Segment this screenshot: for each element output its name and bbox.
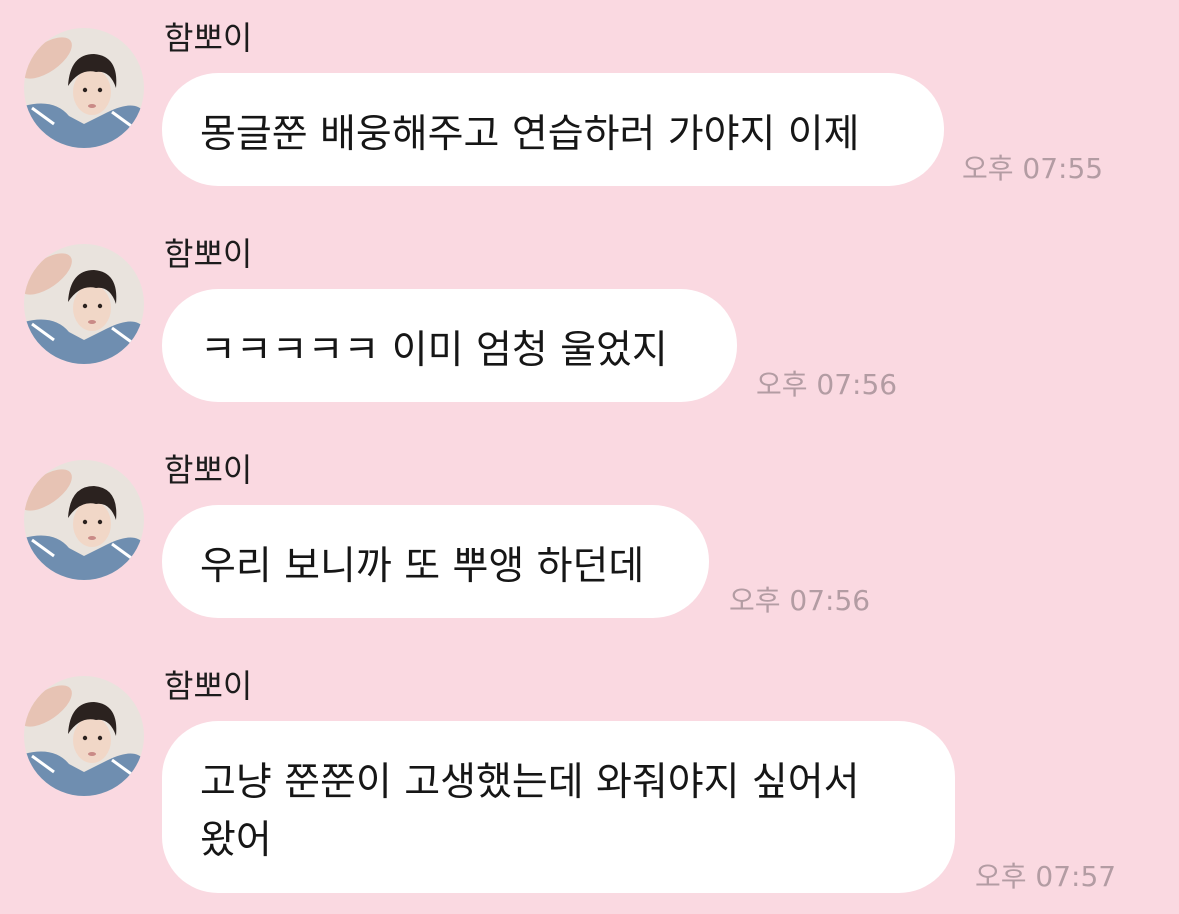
message-timestamp: 오후 07:57 [975,860,1117,893]
message-text-line: 왔어 [200,818,272,863]
message-bubble[interactable]: ㅋㅋㅋㅋㅋ 이미 엄청 울었지 [162,289,737,402]
message-timestamp: 오후 07:56 [756,368,898,401]
sender-name: 함뽀이 [164,235,253,273]
message-text-line: 우리 보니까 또 뿌앵 하던데 [200,544,645,589]
message-text-line: ㅋㅋㅋㅋㅋ 이미 엄청 울었지 [200,328,668,373]
message-timestamp: 오후 07:55 [962,152,1104,185]
message-bubble[interactable]: 우리 보니까 또 뿌앵 하던데 [162,505,709,618]
sender-name: 함뽀이 [164,451,253,489]
message-bubble[interactable]: 고냥 쭌쭌이 고생했는데 와줘야지 싶어서 왔어 [162,721,955,893]
message-text-line: 고냥 쭌쭌이 고생했는데 와줘야지 싶어서 [200,760,860,805]
avatar[interactable] [24,676,144,796]
sender-name: 함뽀이 [164,667,253,705]
message-timestamp: 오후 07:56 [729,584,871,617]
avatar[interactable] [24,460,144,580]
avatar[interactable] [24,28,144,148]
sender-name: 함뽀이 [164,19,253,57]
avatar[interactable] [24,244,144,364]
message-bubble[interactable]: 몽글쭌 배웅해주고 연습하러 가야지 이제 [162,73,944,186]
message-text-line: 몽글쭌 배웅해주고 연습하러 가야지 이제 [200,112,860,157]
